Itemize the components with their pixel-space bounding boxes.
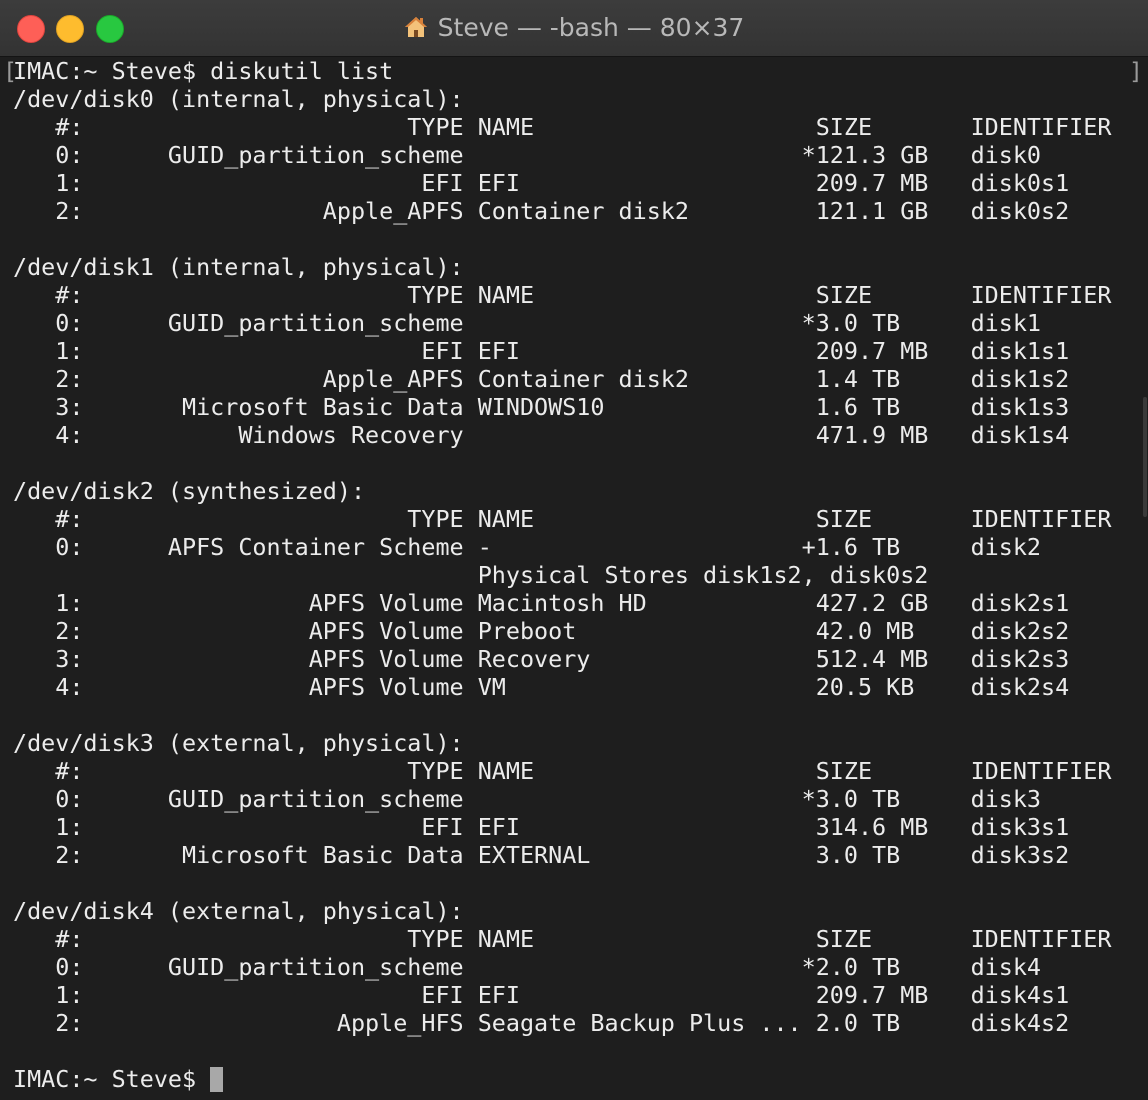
terminal-line: 2: Microsoft Basic Data EXTERNAL 3.0 TB … — [13, 841, 1070, 869]
terminal-line: #: TYPE NAME SIZE IDENTIFIER — [13, 281, 1112, 309]
terminal-line: 1: APFS Volume Macintosh HD 427.2 GB dis… — [13, 589, 1070, 617]
window-title-text: Steve — -bash — 80×37 — [437, 13, 745, 42]
text-cursor — [210, 1067, 224, 1092]
terminal-line: 0: GUID_partition_scheme *3.0 TB disk1 — [13, 309, 1042, 337]
terminal-line: 0: GUID_partition_scheme *2.0 TB disk4 — [13, 953, 1042, 981]
terminal-line: /dev/disk4 (external, physical): — [13, 897, 464, 925]
window-title: Steve — -bash — 80×37 — [0, 13, 1148, 43]
home-folder-icon — [404, 17, 427, 37]
scrollbar-thumb[interactable] — [1143, 397, 1147, 517]
terminal-line: #: TYPE NAME SIZE IDENTIFIER — [13, 505, 1112, 533]
terminal-window: Steve — -bash — 80×37 [ ] IMAC:~ Steve$ … — [0, 0, 1148, 1100]
terminal-line: Physical Stores disk1s2, disk0s2 — [13, 561, 929, 589]
terminal-line: 2: APFS Volume Preboot 42.0 MB disk2s2 — [13, 617, 1070, 645]
terminal-line: 4: APFS Volume VM 20.5 KB disk2s4 — [13, 673, 1070, 701]
terminal-line: 2: Apple_HFS Seagate Backup Plus ... 2.0… — [13, 1009, 1070, 1037]
terminal-line: 0: APFS Container Scheme - +1.6 TB disk2 — [13, 533, 1042, 561]
terminal-line: #: TYPE NAME SIZE IDENTIFIER — [13, 757, 1112, 785]
terminal-line: 1: EFI EFI 209.7 MB disk4s1 — [13, 981, 1070, 1009]
terminal-line: 0: GUID_partition_scheme *3.0 TB disk3 — [13, 785, 1042, 813]
terminal-line: 1: EFI EFI 209.7 MB disk1s1 — [13, 337, 1070, 365]
terminal-line: 3: Microsoft Basic Data WINDOWS10 1.6 TB… — [13, 393, 1070, 421]
prompt-line[interactable]: IMAC:~ Steve$ — [13, 1065, 1111, 1093]
terminal-line: 2: Apple_APFS Container disk2 1.4 TB dis… — [13, 365, 1070, 393]
scrollbar[interactable] — [1142, 57, 1148, 1100]
terminal-line: 3: APFS Volume Recovery 512.4 MB disk2s3 — [13, 645, 1070, 673]
terminal-line: /dev/disk1 (internal, physical): — [13, 253, 464, 281]
terminal-line: 1: EFI EFI 314.6 MB disk3s1 — [13, 813, 1070, 841]
terminal-line: #: TYPE NAME SIZE IDENTIFIER — [13, 113, 1112, 141]
terminal-line: /dev/disk3 (external, physical): — [13, 729, 464, 757]
prompt-text: IMAC:~ Steve$ — [13, 1065, 211, 1093]
mark-bracket-right: ] — [1128, 57, 1143, 85]
terminal-line: 2: Apple_APFS Container disk2 121.1 GB d… — [13, 197, 1070, 225]
terminal-line: 1: EFI EFI 209.7 MB disk0s1 — [13, 169, 1070, 197]
terminal-screen: IMAC:~ Steve$ diskutil list/dev/disk0 (i… — [13, 57, 1111, 1093]
terminal-output-area[interactable]: [ ] IMAC:~ Steve$ diskutil list/dev/disk… — [0, 57, 1148, 1100]
terminal-line: #: TYPE NAME SIZE IDENTIFIER — [13, 925, 1112, 953]
terminal-line: 0: GUID_partition_scheme *121.3 GB disk0 — [13, 141, 1042, 169]
terminal-line: /dev/disk2 (synthesized): — [13, 477, 366, 505]
terminal-line: /dev/disk0 (internal, physical): — [13, 85, 464, 113]
terminal-line: IMAC:~ Steve$ diskutil list — [13, 57, 394, 85]
terminal-line: 4: Windows Recovery 471.9 MB disk1s4 — [13, 421, 1070, 449]
title-bar[interactable]: Steve — -bash — 80×37 — [0, 0, 1148, 57]
